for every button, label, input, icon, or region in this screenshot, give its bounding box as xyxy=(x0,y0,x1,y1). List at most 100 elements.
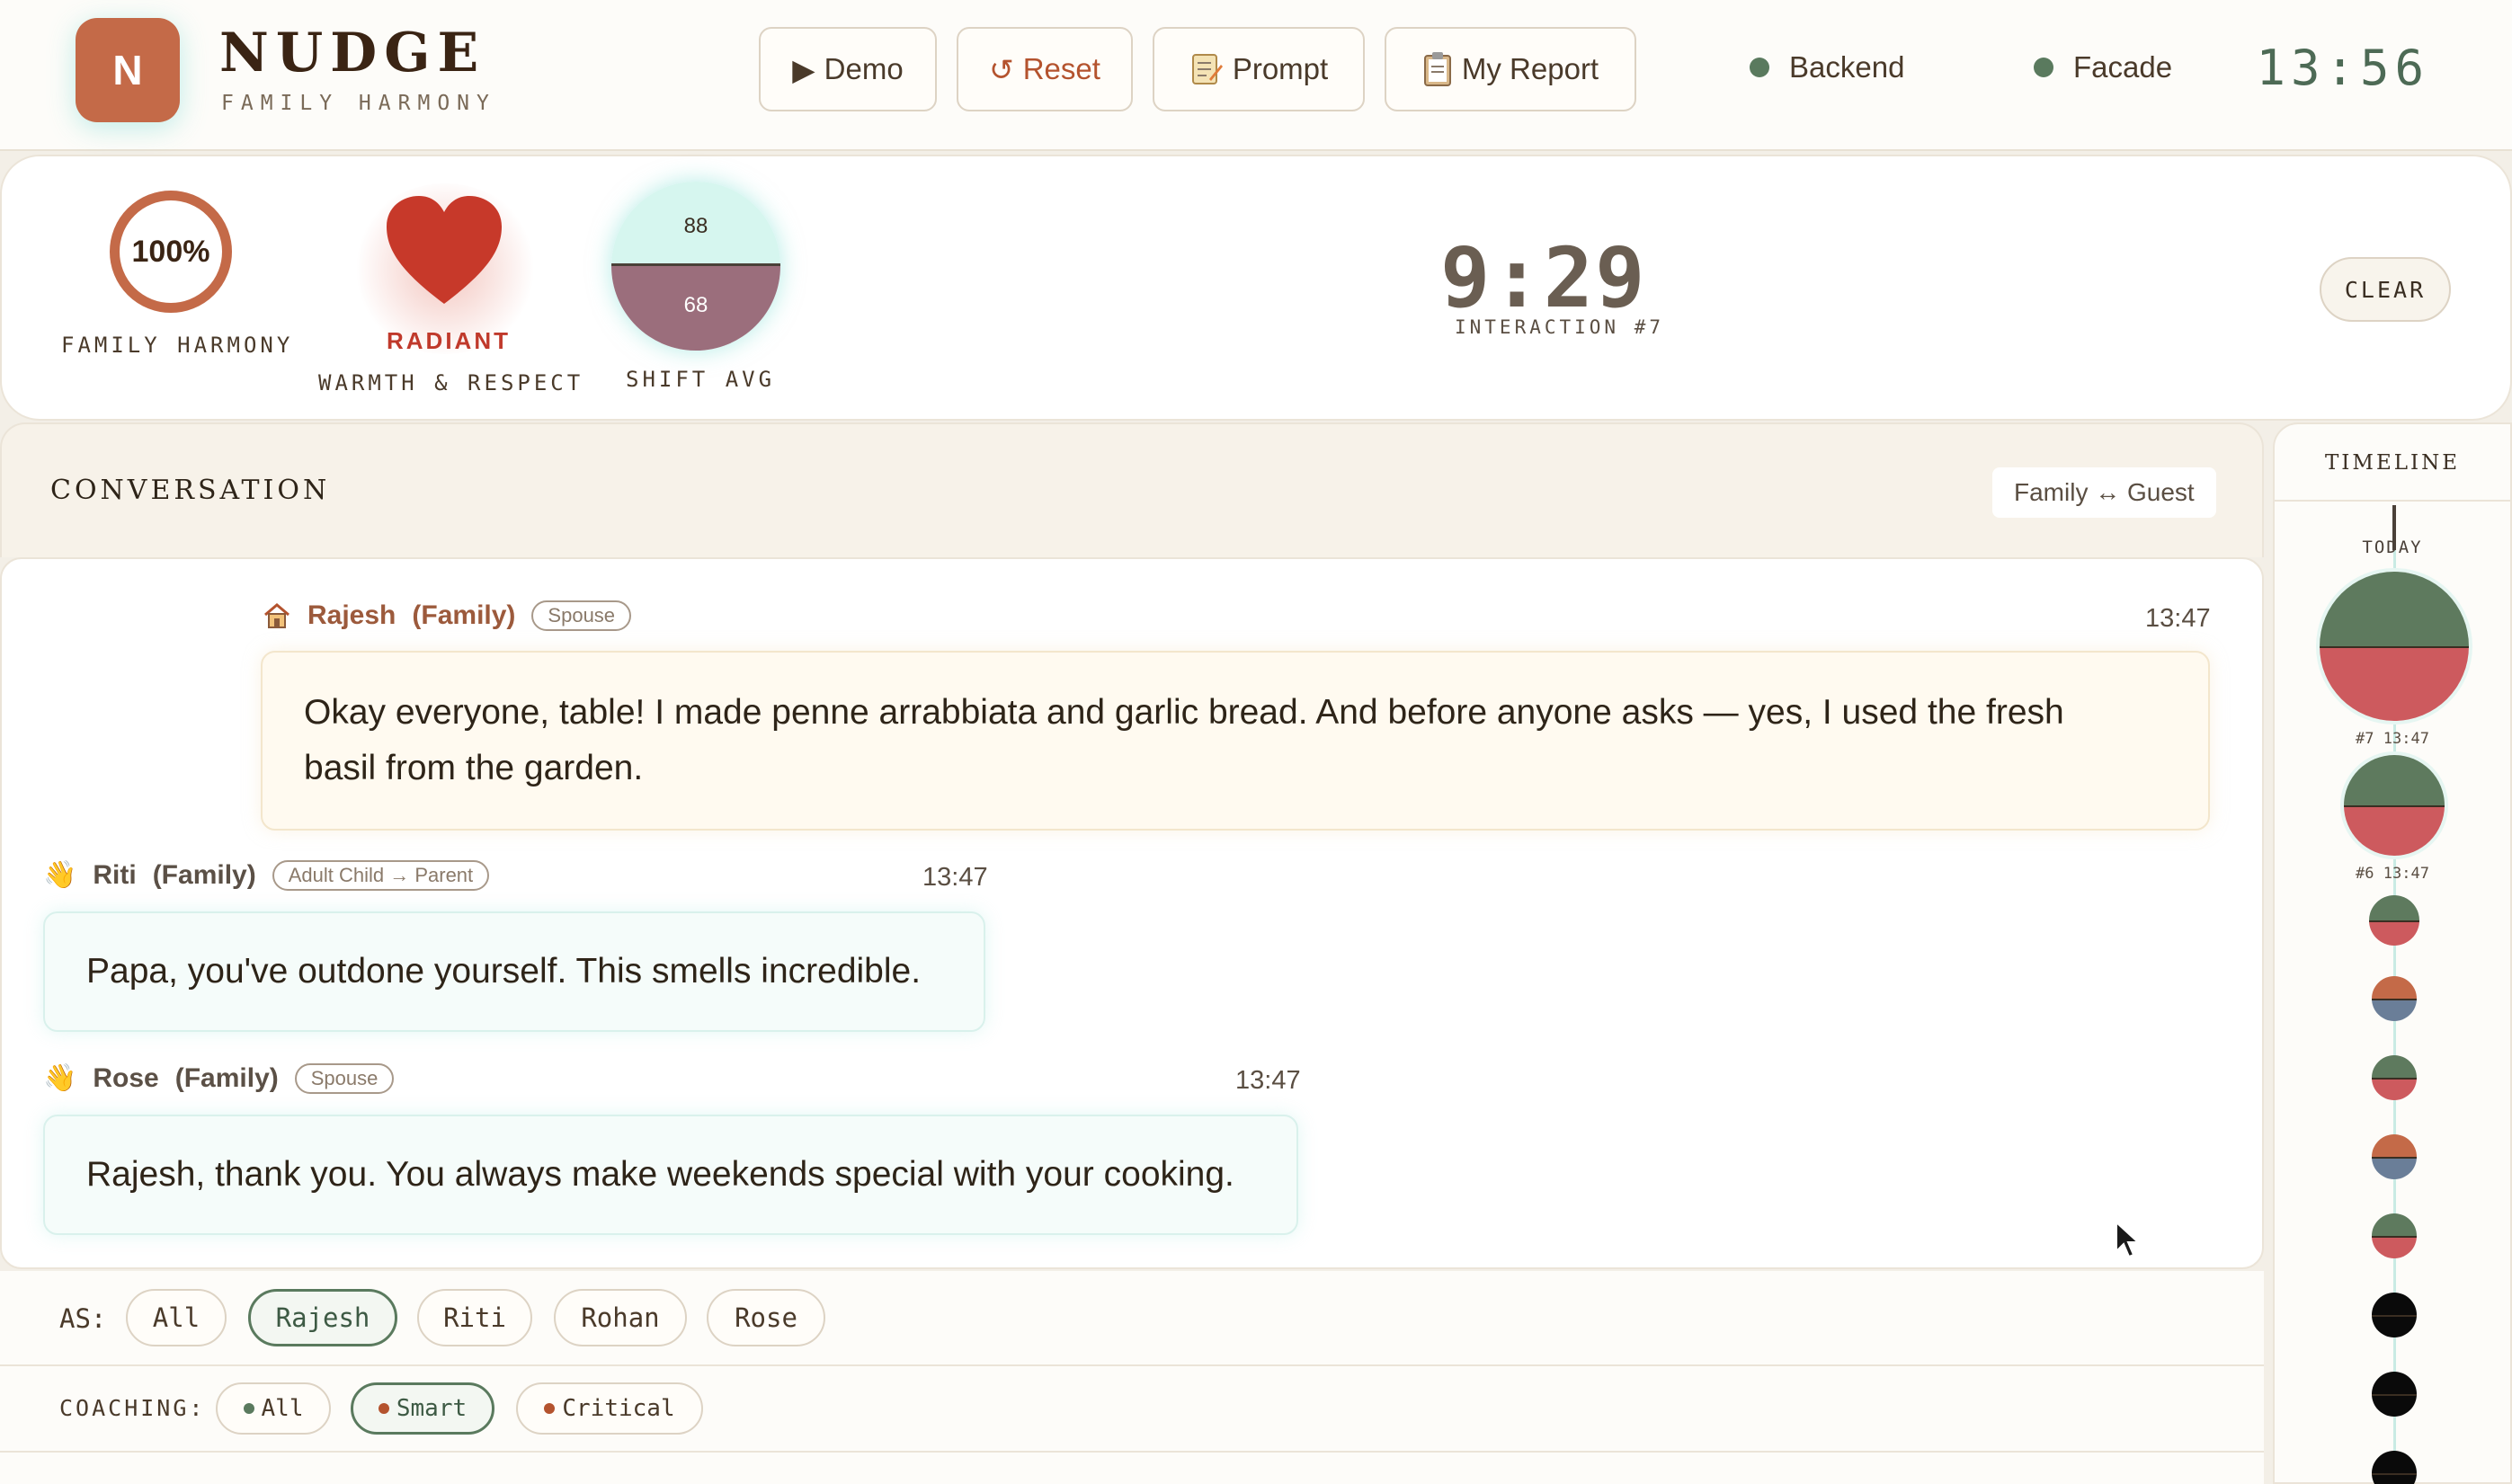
timeline-node[interactable] xyxy=(2372,1134,2417,1179)
timeline-node[interactable] xyxy=(2372,1293,2417,1337)
demo-button[interactable]: ▶ Demo xyxy=(759,27,937,111)
speaker-group: (Family) xyxy=(152,859,256,890)
timeline-node[interactable] xyxy=(2372,1213,2417,1258)
waving-hand-icon: 👋 xyxy=(43,860,77,890)
coaching-filter-smart-label: Smart xyxy=(396,1395,468,1422)
coaching-filter-critical-label: Critical xyxy=(562,1395,675,1422)
harmony-ring: 100% xyxy=(110,191,232,313)
as-filter-rajesh[interactable]: Rajesh xyxy=(248,1289,397,1346)
status-dot-icon xyxy=(1750,58,1769,77)
message-header: Rajesh (Family) Spouse xyxy=(263,600,632,631)
facade-status-label: Facade xyxy=(2073,50,2173,84)
as-filter-riti[interactable]: Riti xyxy=(417,1289,532,1346)
as-filter-row: AS: All Rajesh Riti Rohan Rose xyxy=(0,1271,2264,1366)
waving-hand-icon: 👋 xyxy=(43,1063,77,1093)
timeline-node[interactable] xyxy=(2372,1372,2417,1417)
message-text-line: Okay everyone, table! I made penne arrab… xyxy=(304,693,2064,732)
speaker-name: Rose xyxy=(93,1062,159,1093)
message-bubble: Papa, you've outdone yourself. This smel… xyxy=(43,911,985,1032)
app-logo: N xyxy=(76,18,180,122)
heart-icon xyxy=(383,194,505,311)
as-filter-all[interactable]: All xyxy=(126,1289,227,1346)
facade-status: Facade xyxy=(2034,50,2172,84)
demo-button-label: Demo xyxy=(824,52,904,85)
timeline-node[interactable] xyxy=(2372,976,2417,1021)
speaker-name: Riti xyxy=(93,859,137,890)
shift-avg-gauge: 88 68 xyxy=(611,182,780,351)
relation-badge: Spouse xyxy=(531,600,632,631)
message-header: 👋 Riti (Family) Adult Child → Parent xyxy=(43,859,490,891)
timeline-node-caption: #7 13:47 xyxy=(2356,730,2429,748)
filter-panel: AS: All Rajesh Riti Rohan Rose COACHING:… xyxy=(0,1271,2264,1484)
clipboard-icon xyxy=(1423,52,1451,86)
prompt-button-label: Prompt xyxy=(1232,52,1329,85)
coaching-filter-all[interactable]: All xyxy=(216,1382,331,1435)
conversation-title: CONVERSATION xyxy=(50,475,331,506)
message-time: 13:47 xyxy=(2145,604,2211,633)
conversation-header: CONVERSATION Family ↔ Guest xyxy=(0,422,2264,557)
timeline-title: TIMELINE xyxy=(2324,451,2461,475)
message-text: Rajesh, thank you. You always make weeke… xyxy=(86,1155,1234,1194)
session-timer: 9:29 xyxy=(1440,230,1647,326)
coaching-filter-all-label: All xyxy=(261,1395,304,1422)
shift-avg-label: SHIFT AVG xyxy=(626,367,776,392)
my-report-button[interactable]: My Report xyxy=(1385,27,1636,111)
play-icon: ▶ xyxy=(792,52,815,86)
backend-status-label: Backend xyxy=(1789,50,1905,84)
coaching-filter-label: COACHING: xyxy=(59,1395,206,1421)
message-header: 👋 Rose (Family) Spouse xyxy=(43,1062,395,1094)
message-bubble: Rajesh, thank you. You always make weeke… xyxy=(43,1115,1298,1235)
coaching-filter-smart[interactable]: Smart xyxy=(351,1382,494,1435)
harmony-label: FAMILY HARMONY xyxy=(61,333,294,358)
coaching-filter-critical[interactable]: Critical xyxy=(516,1382,703,1435)
as-filter-label: AS: xyxy=(59,1303,107,1334)
prompt-button[interactable]: Prompt xyxy=(1153,27,1365,111)
timeline-node-caption: #6 13:47 xyxy=(2356,865,2429,883)
reset-icon: ↺ xyxy=(989,52,1014,86)
bullet-icon xyxy=(243,1403,254,1414)
as-filter-rohan[interactable]: Rohan xyxy=(554,1289,687,1346)
interaction-counter: INTERACTION #7 xyxy=(1455,316,1665,338)
speaker-group: (Family) xyxy=(174,1062,279,1093)
reset-button-label: Reset xyxy=(1022,52,1100,85)
timeline-node[interactable] xyxy=(2369,895,2419,946)
message-time: 13:47 xyxy=(922,863,988,892)
speaker-group: (Family) xyxy=(412,600,516,630)
my-report-button-label: My Report xyxy=(1461,52,1599,85)
timeline-today-label: TODAY xyxy=(2362,538,2423,557)
warmth-label: WARMTH & RESPECT xyxy=(318,370,584,395)
message-text-line: basil from the garden. xyxy=(304,749,644,787)
conversation-feed[interactable]: Rajesh (Family) Spouse 13:47 Okay everyo… xyxy=(0,557,2264,1269)
conversation-mode-badge: Family ↔ Guest xyxy=(1992,467,2216,518)
timeline-node[interactable] xyxy=(2372,1055,2417,1100)
brand-subtitle: FAMILY HARMONY xyxy=(221,92,496,115)
message-time: 13:47 xyxy=(1235,1066,1301,1095)
brand-title: NUDGE xyxy=(219,22,486,84)
warmth-state: RADIANT xyxy=(387,327,511,354)
shift-bottom-value: 68 xyxy=(683,293,708,317)
speaker-name: Rajesh xyxy=(307,600,396,630)
status-dot-icon xyxy=(2034,58,2053,77)
timeline-node[interactable] xyxy=(2320,572,2469,721)
reset-button[interactable]: ↺ Reset xyxy=(957,27,1133,111)
coaching-filter-row: COACHING: All Smart Critical xyxy=(0,1366,2264,1453)
clear-button[interactable]: CLEAR xyxy=(2320,257,2451,322)
mouse-cursor-icon xyxy=(2116,1221,2141,1258)
memo-icon xyxy=(1191,54,1223,84)
relation-badge: Adult Child → Parent xyxy=(272,859,490,891)
shift-top-value: 88 xyxy=(683,214,708,238)
timeline-panel: TIMELINE TODAY #7 13:47 #6 13:47 xyxy=(2273,422,2512,1484)
as-filter-rose[interactable]: Rose xyxy=(707,1289,825,1346)
metrics-card: 100% FAMILY HARMONY RADIANT WARMTH & RES… xyxy=(0,155,2512,421)
bullet-icon xyxy=(378,1403,389,1414)
backend-status: Backend xyxy=(1750,50,1904,84)
header-clock: 13:56 xyxy=(2256,40,2429,96)
bullet-icon xyxy=(544,1403,556,1414)
timeline-node[interactable] xyxy=(2372,1451,2417,1484)
top-bar: N NUDGE FAMILY HARMONY ▶ Demo ↺ Reset Pr… xyxy=(0,0,2512,151)
message-bubble: Okay everyone, table! I made penne arrab… xyxy=(261,651,2210,831)
relation-badge: Spouse xyxy=(294,1062,395,1094)
house-icon xyxy=(264,603,290,628)
timeline-node[interactable] xyxy=(2344,755,2445,856)
message-text: Papa, you've outdone yourself. This smel… xyxy=(86,952,922,991)
